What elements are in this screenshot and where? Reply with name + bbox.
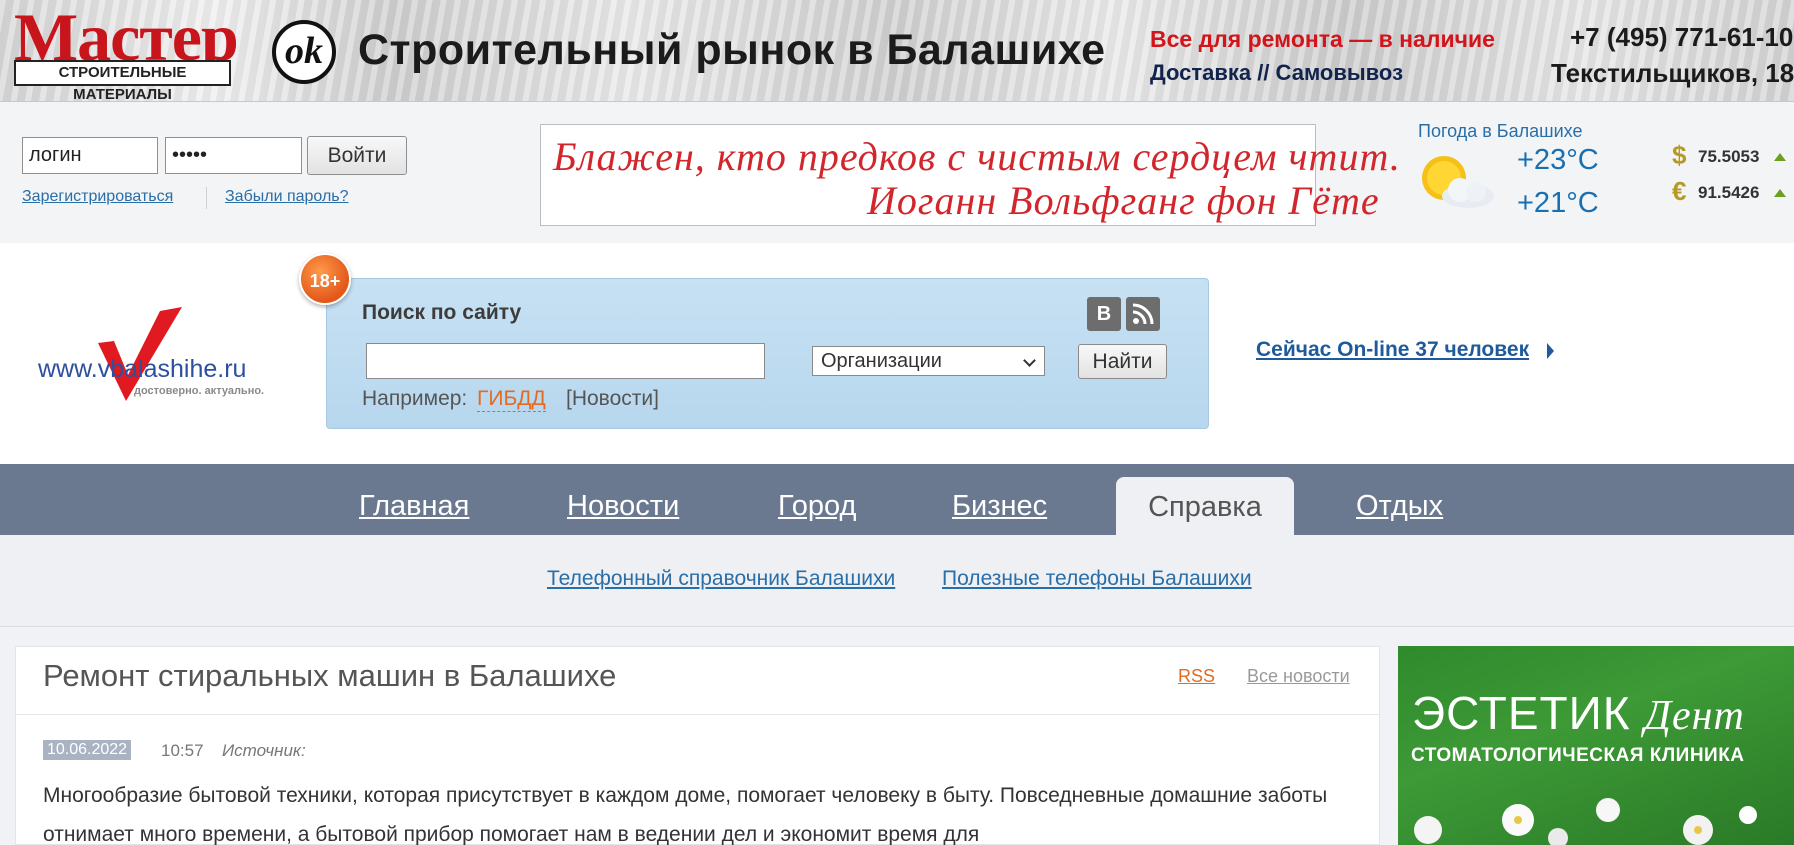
forgot-password-link[interactable]: Забыли пароль?	[225, 188, 349, 206]
nav-item-news[interactable]: Новости	[567, 490, 679, 523]
subnav-useful-phones[interactable]: Полезные телефоны Балашихи	[942, 567, 1252, 591]
temperature-night: +21°C	[1517, 187, 1599, 219]
banner-phone: +7 (495) 771-61-10	[1570, 22, 1794, 52]
rss-icon-glyph	[1132, 303, 1154, 325]
dollar-icon: $	[1672, 140, 1687, 170]
chevron-down-icon	[1023, 354, 1036, 367]
rss-link[interactable]: RSS	[1178, 666, 1215, 687]
temperature-day: +23°C	[1517, 144, 1599, 176]
search-category-select[interactable]: Организации	[812, 346, 1045, 376]
ad-subtitle: СТОМАТОЛОГИЧЕСКАЯ КЛИНИКА	[1411, 745, 1745, 766]
rss-icon[interactable]	[1126, 297, 1160, 331]
login-button[interactable]: Войти	[307, 136, 407, 175]
flower-image	[1414, 798, 1757, 845]
quote-banner[interactable]: Блажен, кто предков с чистым сердцем чти…	[540, 124, 1400, 226]
article-title: Ремонт стиральных машин в Балашихе	[43, 658, 617, 693]
banner-address: Текстильщиков, 18	[1551, 58, 1794, 88]
site-logo-text: www.vbalashihe.ru	[38, 355, 247, 383]
divider	[15, 714, 1380, 715]
search-input[interactable]	[366, 343, 765, 379]
article-time: 10:57	[161, 741, 204, 760]
banner-delivery-text: Доставка // Самовывоз	[1150, 60, 1403, 85]
search-category-value: Организации	[821, 350, 942, 372]
nav-item-home[interactable]: Главная	[359, 490, 469, 523]
ad-title-text: ЭСТЕТИК	[1412, 687, 1631, 739]
trend-up-icon	[1774, 189, 1786, 197]
article-body: Многообразие бытовой техники, которая пр…	[43, 784, 1328, 845]
site-logo[interactable]: www.vbalashihe.ru достоверно. актуально.	[36, 305, 296, 405]
nav-item-city[interactable]: Город	[778, 490, 856, 523]
register-link[interactable]: Зарегистрироваться	[22, 188, 173, 206]
subnav-phone-directory[interactable]: Телефонный справочник Балашихи	[547, 567, 895, 591]
login-field[interactable]	[22, 137, 158, 174]
partly-cloudy-icon	[1422, 156, 1494, 208]
age-rating-badge: 18+	[299, 253, 351, 305]
site-logo-tagline: достоверно. актуально.	[134, 385, 265, 397]
nav-item-business[interactable]: Бизнес	[952, 490, 1047, 523]
quote-text: Блажен, кто предков с чистым сердцем чти…	[553, 134, 1401, 179]
eur-rate: 91.5426	[1698, 183, 1760, 202]
banner-title: Строительный рынок в Балашихе	[358, 26, 1106, 74]
ok-badge: ok	[272, 20, 336, 84]
search-button[interactable]: Найти	[1078, 344, 1167, 379]
usd-rate: 75.5053	[1698, 147, 1760, 166]
sub-nav	[0, 535, 1794, 627]
nav-item-reference[interactable]: Справка	[1116, 477, 1294, 535]
link-divider	[206, 187, 207, 209]
search-example-news[interactable]: [Новости]	[566, 387, 659, 411]
online-users-link[interactable]: Сейчас On-line 37 человек	[1256, 338, 1529, 362]
ad-title: ЭСТЕТИК Дент	[1412, 686, 1745, 740]
vk-icon[interactable]: В	[1087, 297, 1121, 331]
ad-title-script: Дент	[1644, 693, 1745, 739]
all-news-link[interactable]: Все новости	[1247, 666, 1350, 687]
quote-author: Иоганн Вольфганг фон Гёте	[867, 178, 1380, 223]
top-banner-ad[interactable]: Мастер СТРОИТЕЛЬНЫЕ МАТЕРИАЛЫ ok Строите…	[0, 0, 1794, 102]
master-logo-subtitle: СТРОИТЕЛЬНЫЕ МАТЕРИАЛЫ	[14, 60, 231, 101]
banner-stock-text: Все для ремонта — в наличие	[1150, 26, 1495, 52]
search-title: Поиск по сайту	[362, 301, 522, 324]
search-example-link[interactable]: ГИБДД	[477, 387, 546, 412]
nav-item-leisure[interactable]: Отдых	[1356, 490, 1443, 523]
chevron-right-icon	[1547, 343, 1554, 359]
search-example-label: Например:	[362, 387, 468, 410]
euro-icon: €	[1672, 176, 1687, 206]
password-field[interactable]	[165, 137, 302, 174]
weather-title[interactable]: Погода в Балашихе	[1418, 121, 1582, 142]
article-source-label: Источник:	[222, 741, 306, 760]
article-date: 10.06.2022	[43, 740, 132, 760]
trend-up-icon	[1774, 153, 1786, 161]
main-nav	[0, 464, 1794, 535]
